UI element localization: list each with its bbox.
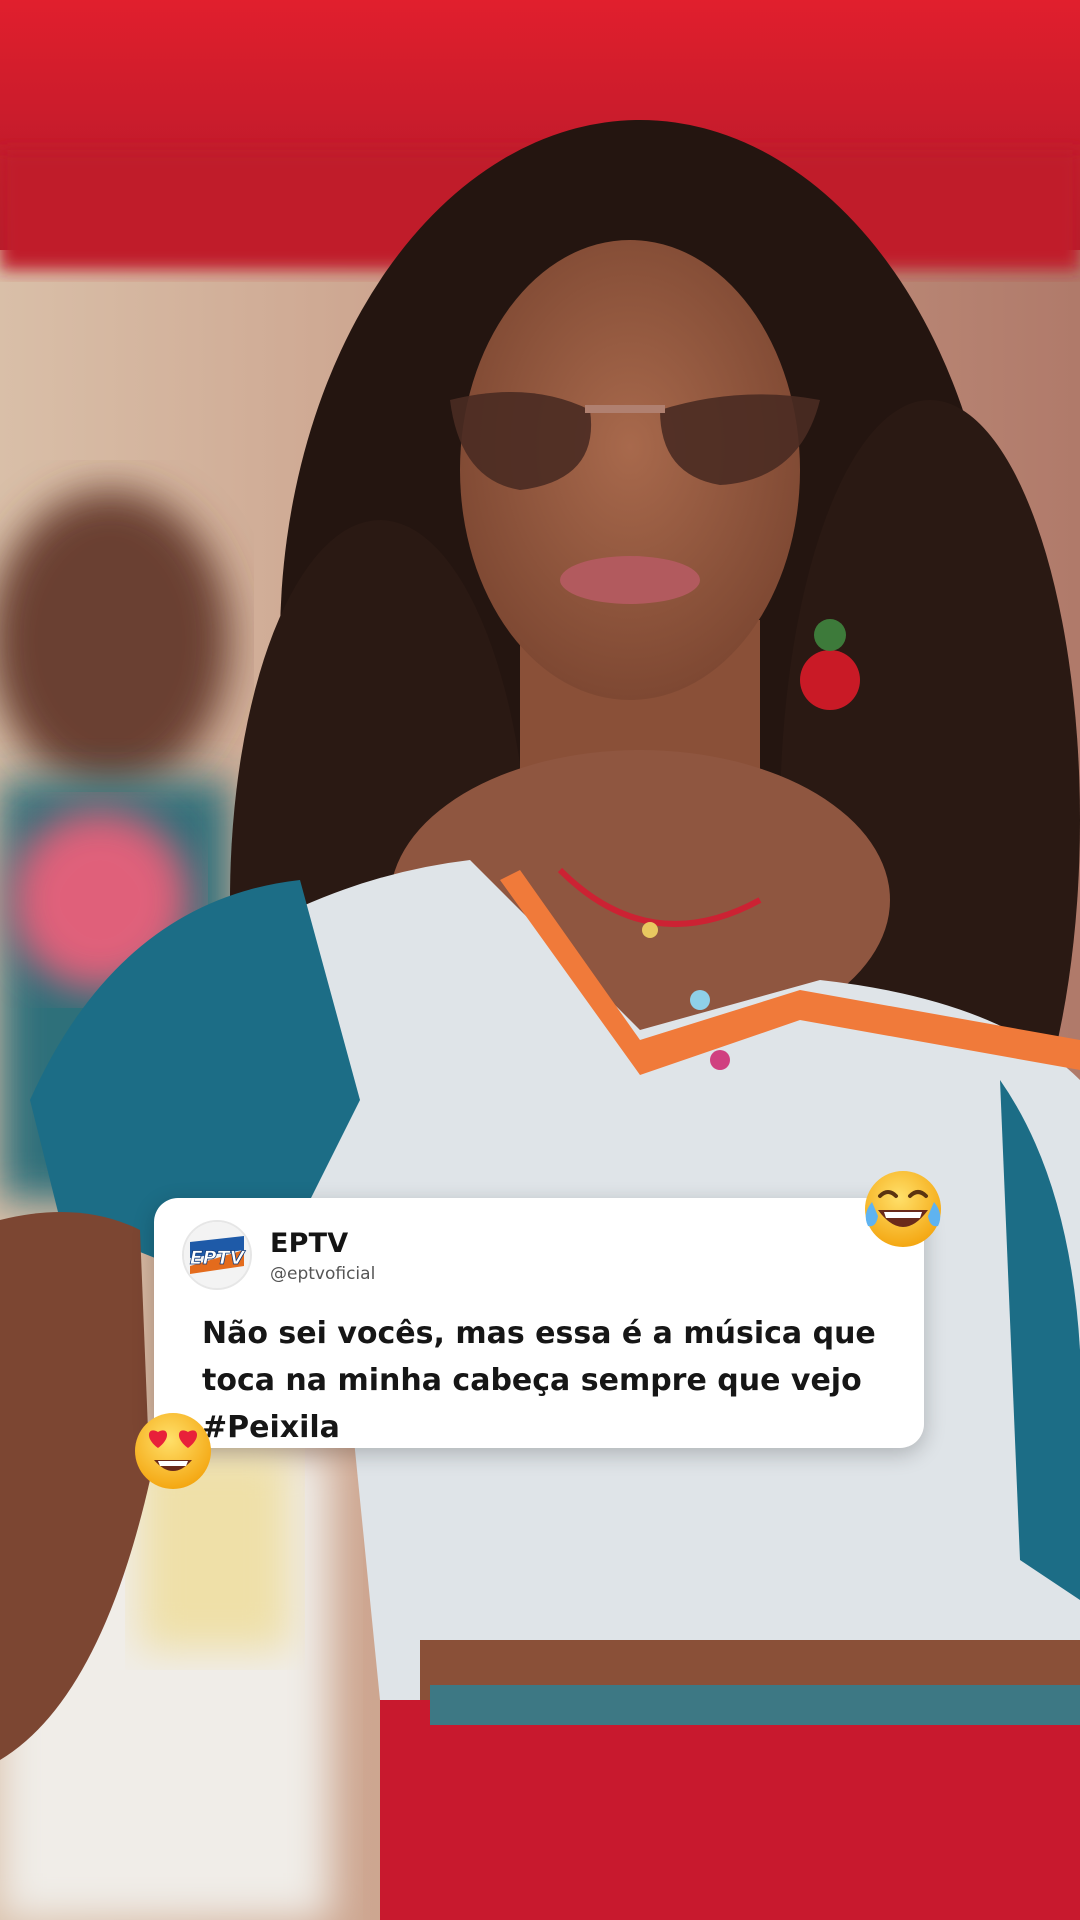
post-text: Não sei vocês, mas essa é a música que t… xyxy=(202,1316,876,1445)
background-video-image xyxy=(0,0,1080,1920)
account-handle[interactable]: @eptvoficial xyxy=(270,1264,375,1284)
post-card: EPTV EPTV @eptvoficial Não sei vocês, ma… xyxy=(154,1198,924,1448)
heart-eyes-icon xyxy=(130,1408,216,1494)
account-avatar[interactable]: EPTV xyxy=(184,1222,250,1288)
face-with-tears-of-joy-icon xyxy=(860,1166,946,1252)
account-name[interactable]: EPTV xyxy=(270,1228,348,1259)
avatar-logo-text: EPTV xyxy=(190,1247,246,1269)
eptv-logo-icon: EPTV xyxy=(184,1222,250,1288)
video-frame: EPTV EPTV @eptvoficial Não sei vocês, ma… xyxy=(0,0,1080,1920)
